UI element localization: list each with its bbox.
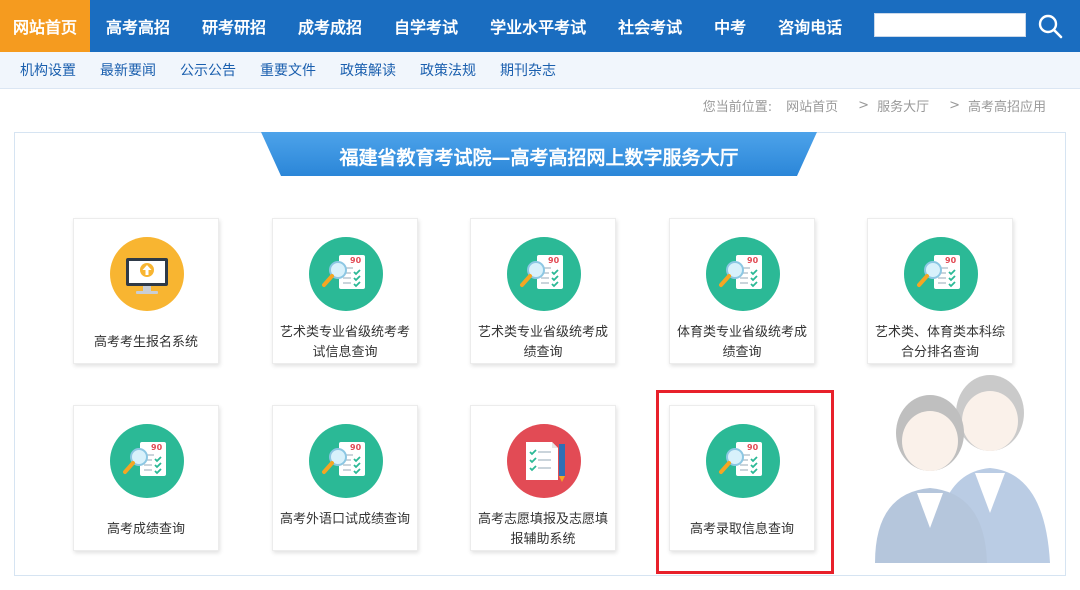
nav-zikao[interactable]: 自学考试 (378, 0, 474, 52)
breadcrumb-home[interactable]: 网站首页 (786, 96, 838, 115)
breadcrumb-current: 高考高招应用 (967, 100, 1046, 115)
card-admission-info[interactable]: 高考录取信息查询 (669, 405, 815, 551)
card-label: 艺术类专业省级统考成绩查询 (477, 325, 608, 360)
card-label: 高考成绩查询 (106, 522, 185, 537)
card-label: 高考录取信息查询 (689, 522, 794, 537)
card-label: 高考外语口试成绩查询 (279, 512, 410, 527)
subnav-item-news[interactable]: 最新要闻 (88, 60, 168, 80)
nav-chengkao[interactable]: 成考成招 (282, 0, 378, 52)
score-search-icon (309, 237, 383, 311)
breadcrumb-service-hall[interactable]: 服务大厅 (877, 96, 929, 115)
search-input[interactable] (874, 13, 1026, 37)
breadcrumb: 您当前位置: 网站首页 > 服务大厅 > 高考高招应用 (703, 96, 1046, 115)
nav-gaokao[interactable]: 高考高招 (90, 0, 186, 52)
card-label: 艺术类专业省级统考考试信息查询 (279, 325, 410, 360)
score-search-icon (110, 424, 184, 498)
nav-hotline[interactable]: 咨询电话 (762, 0, 858, 52)
page-title: 福建省教育考试院—高考高招网上数字服务大厅 (339, 147, 739, 169)
subnav-item-notices[interactable]: 公示公告 (168, 60, 248, 80)
nav-shehui[interactable]: 社会考试 (602, 0, 698, 52)
score-search-icon (309, 424, 383, 498)
subnav-item-org[interactable]: 机构设置 (8, 60, 88, 80)
card-art-exam-info[interactable]: 艺术类专业省级统考考试信息查询 (272, 218, 418, 364)
card-gaokao-score[interactable]: 高考成绩查询 (73, 405, 219, 551)
card-art-exam-score[interactable]: 艺术类专业省级统考成绩查询 (470, 218, 616, 364)
card-label: 高考志愿填报及志愿填报辅助系统 (477, 512, 608, 547)
nav-yankao[interactable]: 研考研招 (186, 0, 282, 52)
card-registration-system[interactable]: 高考考生报名系统 (73, 218, 219, 364)
service-hall-panel: 福建省教育考试院—高考高招网上数字服务大厅 高考考生报名系统 艺术类专业省级统考… (14, 132, 1066, 576)
breadcrumb-separator: > (858, 98, 870, 113)
breadcrumb-prefix: 您当前位置: (702, 100, 773, 115)
card-label: 艺术类、体育类本科综合分排名查询 (874, 325, 1005, 360)
score-search-icon (706, 237, 780, 311)
sub-navigation: 机构设置 最新要闻 公示公告 重要文件 政策解读 政策法规 期刊杂志 (0, 52, 1080, 89)
card-label: 体育类专业省级统考成绩查询 (676, 325, 807, 360)
subnav-item-regulations[interactable]: 政策法规 (408, 60, 488, 80)
mascot-illustration (875, 375, 1050, 563)
search-icon[interactable] (1036, 12, 1064, 40)
subnav-item-journals[interactable]: 期刊杂志 (488, 60, 568, 80)
score-search-icon (706, 424, 780, 498)
nav-home[interactable]: 网站首页 (0, 0, 90, 52)
breadcrumb-separator: > (949, 98, 960, 113)
card-pe-exam-score[interactable]: 体育类专业省级统考成绩查询 (669, 218, 815, 364)
subnav-item-documents[interactable]: 重要文件 (248, 60, 328, 80)
card-label: 高考考生报名系统 (93, 335, 198, 350)
score-search-icon (507, 237, 581, 311)
nav-zhongkao[interactable]: 中考 (698, 0, 762, 52)
subnav-item-interpretation[interactable]: 政策解读 (328, 60, 408, 80)
form-pencil-icon (507, 424, 581, 498)
card-volunteer-system[interactable]: 高考志愿填报及志愿填报辅助系统 (470, 405, 616, 551)
monitor-upload-icon (110, 237, 184, 311)
card-oral-exam-score[interactable]: 高考外语口试成绩查询 (272, 405, 418, 551)
card-art-pe-ranking[interactable]: 艺术类、体育类本科综合分排名查询 (867, 218, 1013, 364)
score-search-icon (904, 237, 978, 311)
nav-xueye[interactable]: 学业水平考试 (474, 0, 602, 52)
